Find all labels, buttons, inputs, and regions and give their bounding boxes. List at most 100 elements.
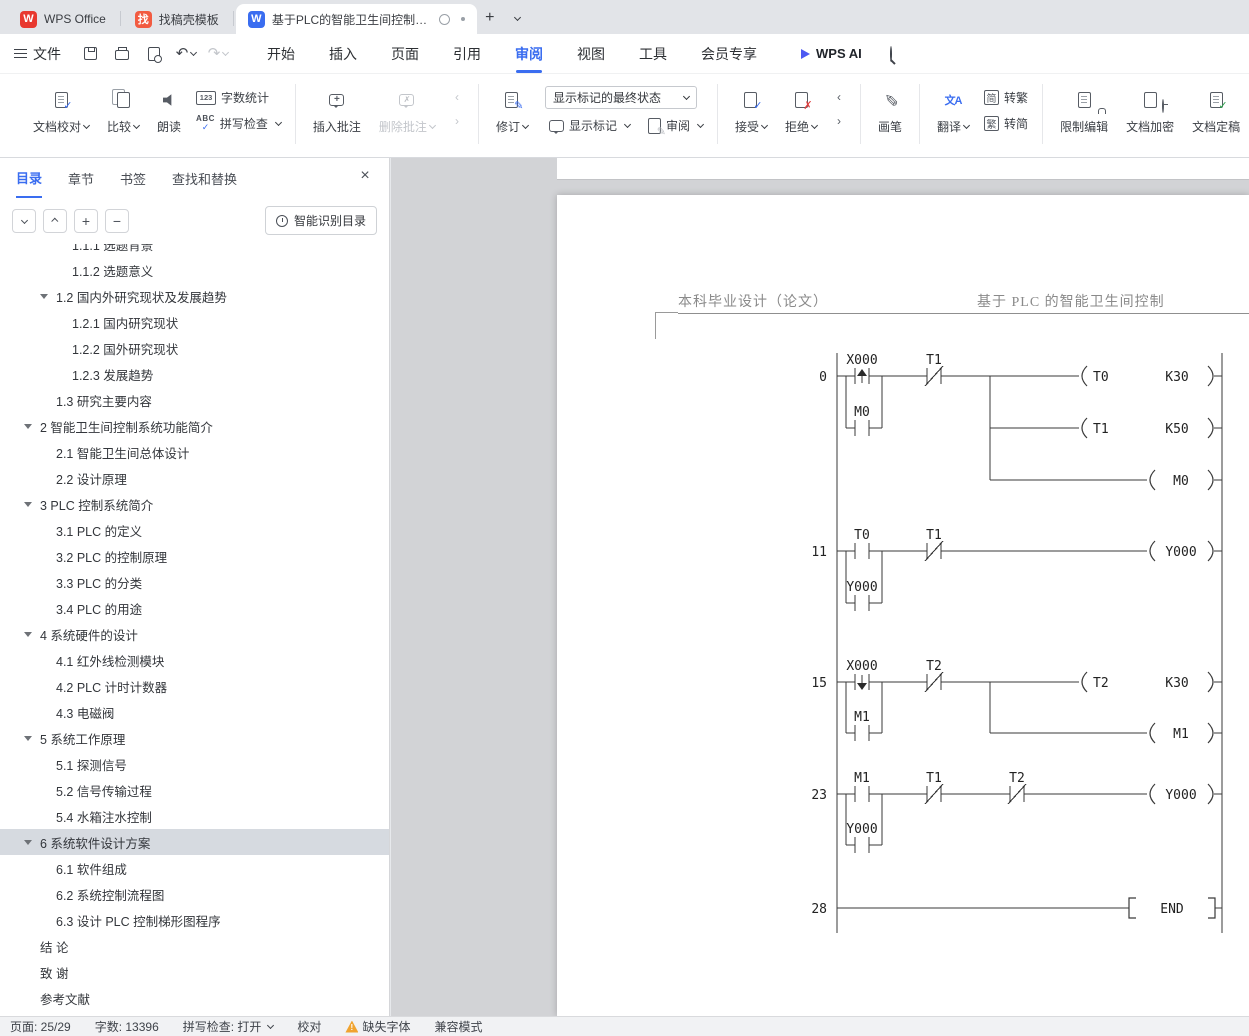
sidebar-tab-bookmarks[interactable]: 书签 — [120, 158, 146, 197]
sidebar-tab-toc[interactable]: 目录 — [16, 157, 43, 198]
word-count-button[interactable]: 字数统计 — [192, 88, 285, 107]
proofing-button[interactable]: 校对 — [297, 1018, 321, 1035]
spell-check-button[interactable]: 拼写检查 — [192, 114, 285, 133]
toc-item[interactable]: 6 系统软件设计方案 — [0, 829, 389, 855]
toc-item[interactable]: 3.1 PLC 的定义 — [0, 517, 389, 543]
finalize-document-button[interactable]: 文档定稿 — [1185, 82, 1247, 135]
collapse-triangle-icon[interactable] — [24, 502, 32, 507]
collapse-triangle-icon[interactable] — [40, 294, 48, 299]
toc-item[interactable]: 1.2.1 国内研究现状 — [0, 309, 389, 335]
save-button[interactable] — [79, 42, 101, 66]
compatibility-mode-indicator[interactable]: 兼容模式 — [434, 1018, 482, 1035]
missing-font-warning[interactable]: 缺失字体 — [345, 1018, 410, 1035]
restrict-editing-button[interactable]: 限制编辑 — [1053, 82, 1115, 135]
toc-item[interactable]: 4.2 PLC 计时计数器 — [0, 673, 389, 699]
sidebar-tab-chapters[interactable]: 章节 — [68, 158, 94, 197]
sidebar-tab-find-replace[interactable]: 查找和替换 — [172, 158, 237, 197]
tab-document-active[interactable]: W 基于PLC的智能卫生间控制系... — [235, 4, 477, 34]
menu-tab-5[interactable]: 视图 — [575, 34, 607, 74]
review-pane-button[interactable]: 审阅 — [644, 116, 707, 135]
toc-item[interactable]: 5.2 信号传输过程 — [0, 777, 389, 803]
zoom-out-toc-button[interactable]: − — [105, 208, 129, 233]
toc-item[interactable]: 1.2.2 国外研究现状 — [0, 335, 389, 361]
toc-item[interactable]: 参考文献 — [0, 985, 389, 1011]
toc-item[interactable]: 2.2 设计原理 — [0, 465, 389, 491]
toc-item[interactable]: 1.1.1 选题背景 — [0, 244, 389, 257]
wps-ai-button[interactable]: WPS AI — [801, 46, 862, 61]
toc-item[interactable]: 4.1 红外线检测模块 — [0, 647, 389, 673]
spellcheck-status-button[interactable]: 拼写检查: 打开 — [183, 1018, 275, 1035]
collapse-all-button[interactable] — [12, 208, 36, 233]
collapse-triangle-icon[interactable] — [24, 736, 32, 741]
doc-proof-button[interactable]: 文档校对 — [26, 82, 96, 135]
menu-tab-6[interactable]: 工具 — [637, 34, 669, 74]
ink-brush-button[interactable]: 画笔 — [871, 82, 909, 135]
collapse-triangle-icon[interactable] — [24, 632, 32, 637]
toc-item[interactable]: 4 系统硬件的设计 — [0, 621, 389, 647]
collapse-triangle-icon[interactable] — [24, 840, 32, 845]
toc-item[interactable]: 5 系统工作原理 — [0, 725, 389, 751]
sync-status-icon[interactable] — [438, 13, 450, 25]
next-change-button[interactable]: › — [828, 112, 850, 129]
collapse-triangle-icon[interactable] — [24, 424, 32, 429]
document-canvas[interactable]: 本科毕业设计（论文） 基于 PLC 的智能卫生间控制 0 X000 T1 M0 … — [391, 158, 1249, 1016]
search-button[interactable] — [889, 45, 892, 62]
compare-button[interactable]: 比较 — [100, 82, 146, 135]
previous-comment-button[interactable]: ‹ — [446, 88, 468, 105]
menu-tab-0[interactable]: 开始 — [265, 34, 297, 74]
toc-item[interactable]: 致 谢 — [0, 959, 389, 985]
show-markup-button[interactable]: 显示标记 — [545, 116, 634, 135]
to-traditional-button[interactable]: 简 转繁 — [980, 88, 1032, 107]
menu-tab-2[interactable]: 页面 — [389, 34, 421, 74]
toc-item[interactable]: 5.1 探测信号 — [0, 751, 389, 777]
accept-button[interactable]: 接受 — [728, 82, 774, 135]
toc-item[interactable]: 1.2 国内外研究现状及发展趋势 — [0, 283, 389, 309]
toc-item[interactable]: 6.1 软件组成 — [0, 855, 389, 881]
document-page[interactable]: 本科毕业设计（论文） 基于 PLC 的智能卫生间控制 0 X000 T1 M0 … — [557, 195, 1249, 1016]
toc-item[interactable]: 1.3 研究主要内容 — [0, 387, 389, 413]
encrypt-document-button[interactable]: 文档加密 — [1119, 82, 1181, 135]
smart-toc-button[interactable]: 智能识别目录 — [264, 206, 377, 235]
toc-item[interactable]: 2.1 智能卫生间总体设计 — [0, 439, 389, 465]
next-comment-button[interactable]: › — [446, 112, 468, 129]
track-changes-button[interactable]: 修订 — [489, 82, 535, 135]
delete-comment-button[interactable]: 删除批注 — [372, 82, 442, 135]
toc-item[interactable]: 6.3 设计 PLC 控制梯形图程序 — [0, 907, 389, 933]
redo-button[interactable]: ↷ — [207, 42, 230, 66]
tab-menu-dot-icon[interactable] — [460, 17, 465, 21]
reject-button[interactable]: 拒绝 — [778, 82, 824, 135]
read-aloud-button[interactable]: 朗读 — [150, 82, 188, 135]
menu-tab-4[interactable]: 审阅 — [513, 34, 545, 74]
menu-tab-7[interactable]: 会员专享 — [699, 34, 759, 74]
new-tab-button[interactable]: + — [477, 5, 503, 31]
zoom-in-toc-button[interactable]: + — [74, 208, 98, 233]
toc-item[interactable]: 1.1.2 选题意义 — [0, 257, 389, 283]
toc-item[interactable]: 6.2 系统控制流程图 — [0, 881, 389, 907]
toc-item[interactable]: 2 智能卫生间控制系统功能简介 — [0, 413, 389, 439]
print-button[interactable] — [111, 42, 133, 66]
word-count-indicator[interactable]: 字数: 13396 — [95, 1018, 159, 1035]
toc-item[interactable]: 3.4 PLC 的用途 — [0, 595, 389, 621]
toc-item[interactable]: 3 PLC 控制系统简介 — [0, 491, 389, 517]
menu-tab-3[interactable]: 引用 — [451, 34, 483, 74]
sidebar-close-icon[interactable]: × — [355, 166, 375, 186]
tab-wps-office[interactable]: W WPS Office — [8, 4, 118, 34]
file-menu-button[interactable]: 文件 — [14, 44, 61, 64]
tab-list-dropdown[interactable] — [503, 5, 529, 31]
previous-change-button[interactable]: ‹ — [828, 88, 850, 105]
toc-item[interactable]: 1.2.3 发展趋势 — [0, 361, 389, 387]
toc-item[interactable]: 结 论 — [0, 933, 389, 959]
tab-docer-template[interactable]: 找 找稿壳模板 — [123, 4, 231, 34]
print-preview-button[interactable] — [143, 42, 165, 66]
undo-button[interactable]: ↶ — [175, 42, 198, 66]
expand-all-button[interactable] — [43, 208, 67, 233]
toc-item[interactable]: 3.3 PLC 的分类 — [0, 569, 389, 595]
page-indicator[interactable]: 页面: 25/29 — [10, 1018, 71, 1035]
translate-button[interactable]: 翻译 — [930, 82, 976, 135]
insert-comment-button[interactable]: 插入批注 — [306, 82, 368, 135]
menu-tab-1[interactable]: 插入 — [327, 34, 359, 74]
to-simplified-button[interactable]: 繁 转简 — [980, 114, 1032, 133]
markup-state-select[interactable]: 显示标记的最终状态 — [544, 86, 697, 109]
toc-item[interactable]: 5.4 水箱注水控制 — [0, 803, 389, 829]
toc-item[interactable]: 3.2 PLC 的控制原理 — [0, 543, 389, 569]
